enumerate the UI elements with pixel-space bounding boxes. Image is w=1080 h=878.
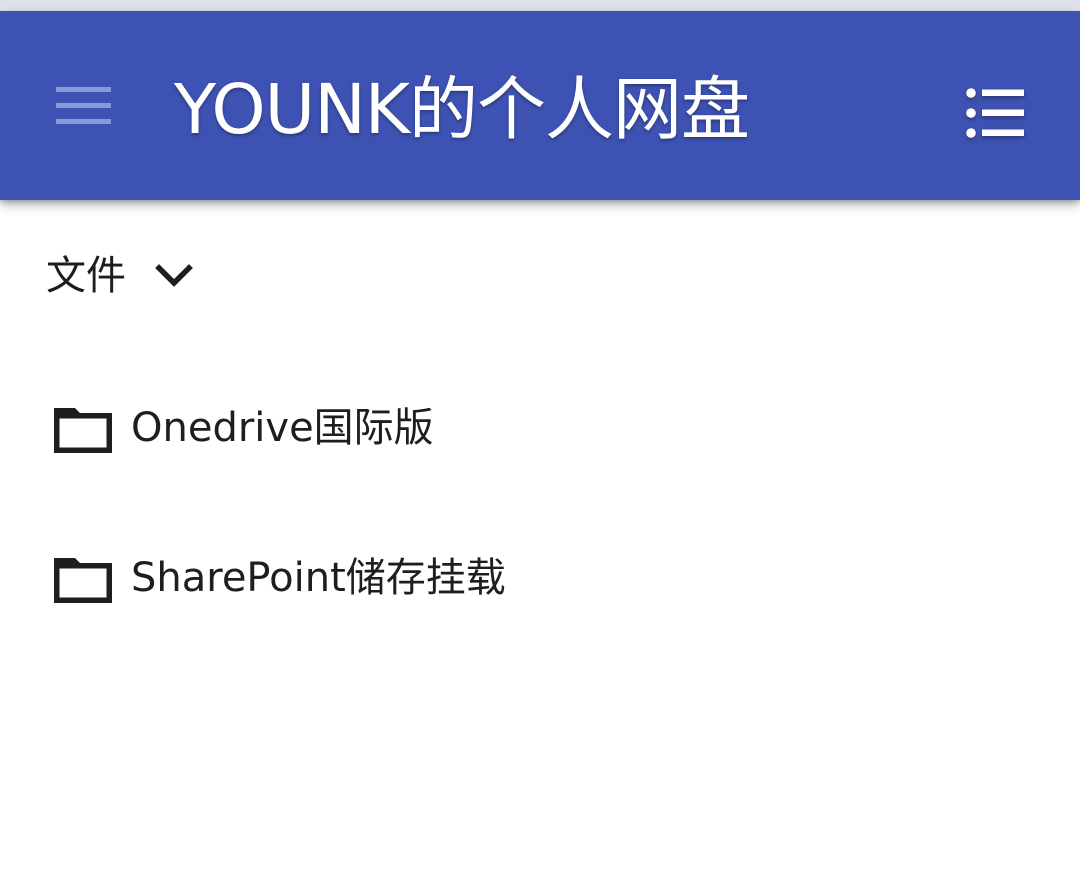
list-item[interactable]: Onedrive国际版 (0, 354, 1080, 504)
app-bar: YOUNK的个人网盘 (0, 11, 1080, 200)
status-strip (0, 0, 1080, 11)
hamburger-menu-icon (56, 87, 111, 124)
breadcrumb[interactable]: 文件 (46, 246, 196, 306)
menu-button[interactable] (44, 72, 124, 140)
breadcrumb-label: 文件 (46, 253, 126, 299)
list-item[interactable]: SharePoint储存挂载 (0, 504, 1080, 654)
app-title: YOUNK的个人网盘 (174, 70, 750, 150)
folder-icon (52, 555, 114, 605)
folder-icon (52, 405, 114, 455)
view-toggle-button[interactable] (956, 79, 1036, 151)
file-name: SharePoint储存挂载 (131, 555, 506, 601)
file-list: Onedrive国际版 SharePoint储存挂载 (0, 354, 1080, 654)
list-view-icon (966, 88, 1024, 138)
page: YOUNK的个人网盘 文件 Onedrive国际版 SharePoint储存挂载 (0, 0, 1080, 878)
chevron-down-icon (152, 254, 196, 298)
file-name: Onedrive国际版 (131, 405, 434, 451)
